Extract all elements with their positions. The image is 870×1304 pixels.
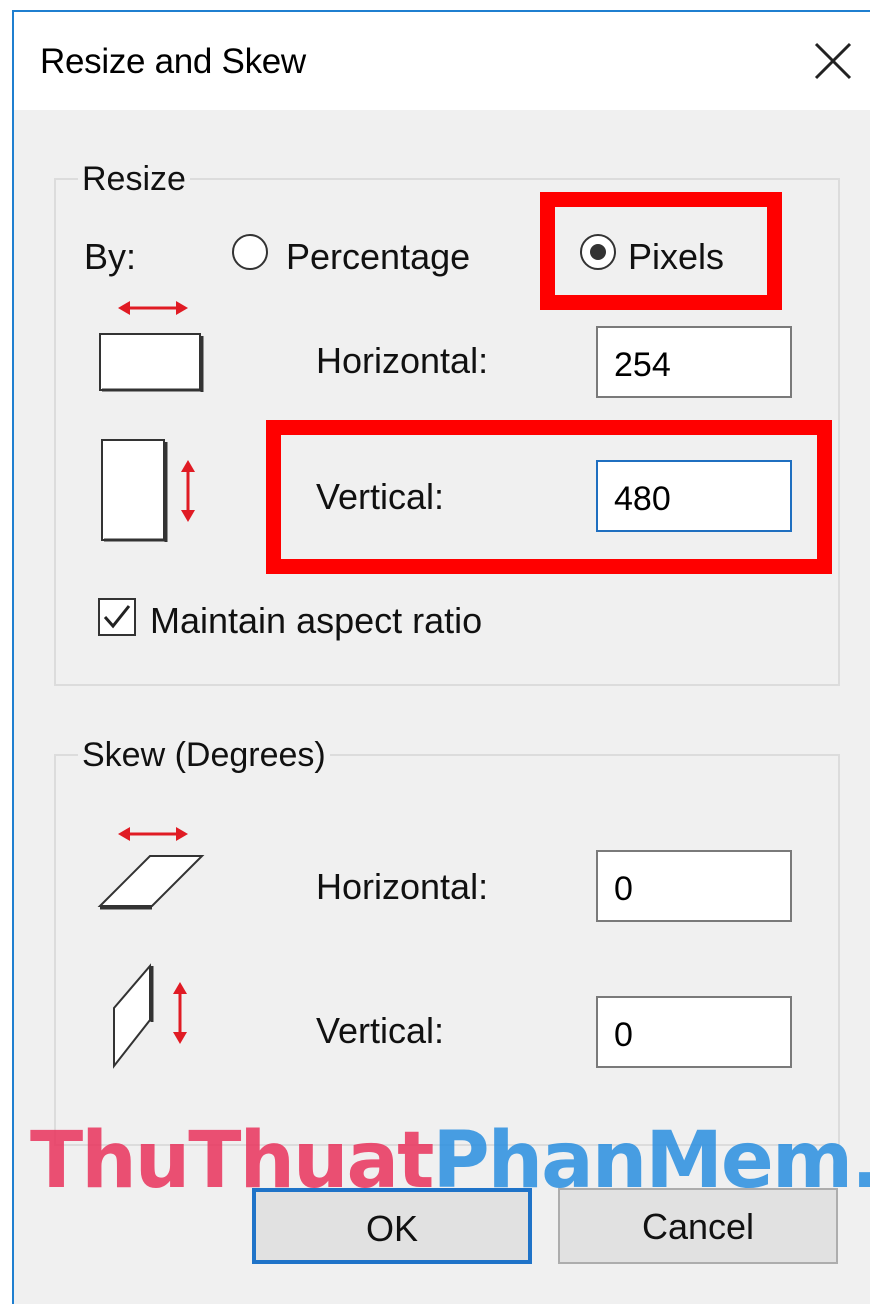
maintain-aspect-label: Maintain aspect ratio: [150, 600, 483, 641]
skew-vertical-label: Vertical:: [316, 1010, 445, 1051]
pixels-highlight-box: [540, 192, 782, 310]
resize-legend: Resize: [78, 160, 190, 199]
maintain-aspect-checkbox[interactable]: [98, 598, 136, 636]
skew-group: [54, 754, 840, 1146]
vertical-highlight-box: [266, 420, 832, 574]
resize-horizontal-label: Horizontal:: [316, 340, 489, 381]
skew-legend: Skew (Degrees): [78, 736, 330, 775]
check-icon: [103, 605, 131, 629]
skew-horizontal-label: Horizontal:: [316, 866, 489, 907]
close-icon[interactable]: [810, 38, 856, 84]
title-bar: Resize and Skew: [14, 12, 870, 110]
percentage-label: Percentage: [286, 236, 471, 277]
watermark-logo: ThuThuatPhanMem.vn: [30, 1116, 870, 1206]
resize-by-label: By:: [84, 236, 137, 277]
resize-skew-dialog: Resize and Skew Resize By: Percentage Pi…: [12, 10, 870, 1304]
watermark-part2: PhanMem.vn: [432, 1116, 870, 1206]
percentage-radio[interactable]: [232, 234, 268, 270]
watermark-part1: ThuThuat: [30, 1116, 434, 1206]
skew-horizontal-input[interactable]: 0: [596, 850, 792, 922]
dialog-title: Resize and Skew: [40, 42, 306, 81]
resize-horizontal-input[interactable]: 254: [596, 326, 792, 398]
skew-vertical-input[interactable]: 0: [596, 996, 792, 1068]
